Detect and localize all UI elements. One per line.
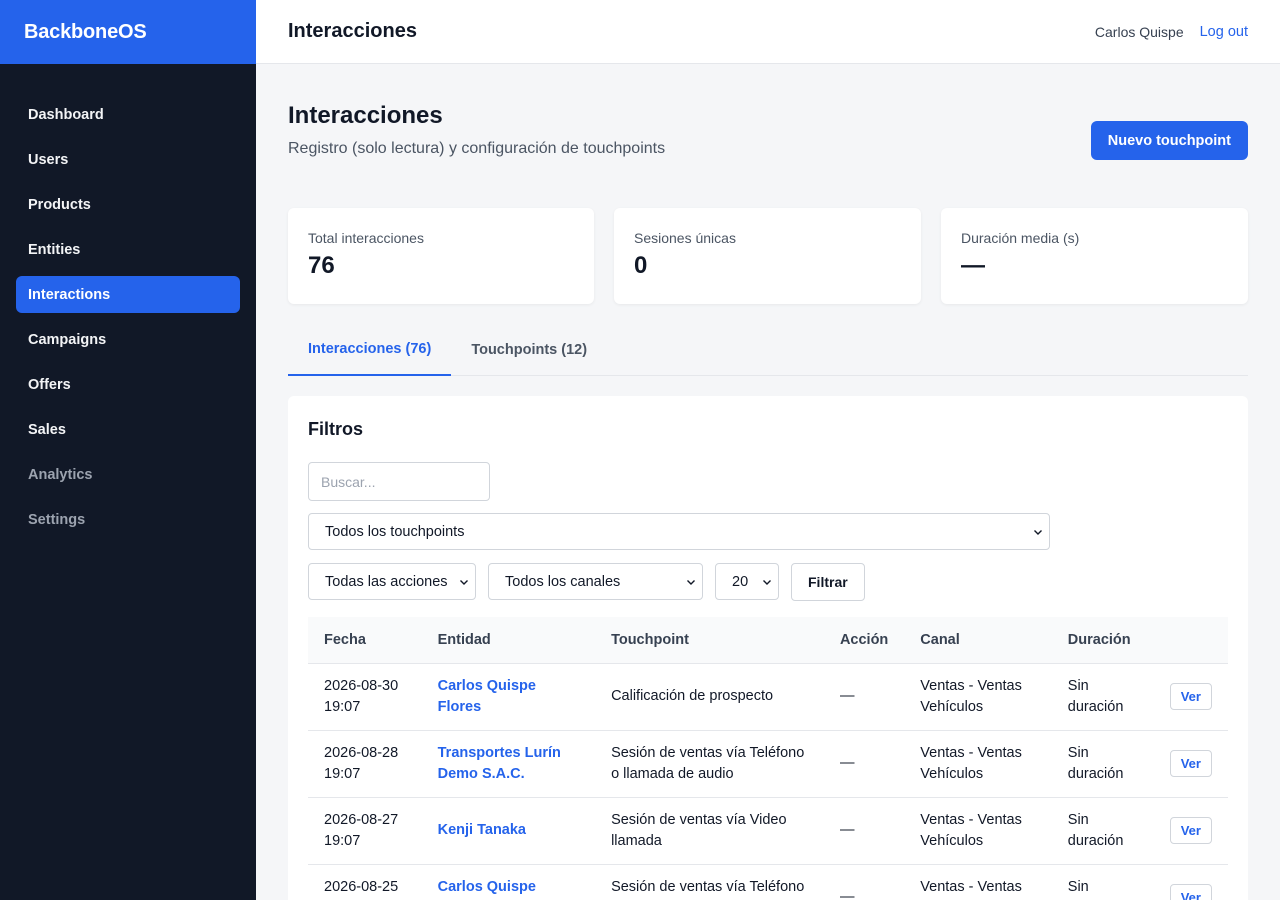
column-header: Duración (1067, 631, 1131, 648)
sidebar-item-campaigns[interactable]: Campaigns (16, 321, 240, 358)
tab-interacciones[interactable]: Interacciones (76) (288, 324, 452, 376)
table-row: 2026-08-30 19:07 Carlos Quispe Flores Ca… (308, 663, 1228, 730)
tab-bar: Interacciones (76) Touchpoints (12) (288, 324, 1248, 376)
sidebar-item-entities[interactable]: Entities (16, 231, 240, 268)
chevron-down-icon (687, 579, 695, 585)
cell-fecha: 2026-08-25 19:07 (324, 878, 399, 900)
channel-select-value: Todos los canales (505, 573, 621, 590)
stat-value: — (961, 252, 985, 279)
entity-link[interactable]: Kenji Tanaka (422, 797, 595, 864)
column-header: Fecha (324, 631, 366, 648)
cell-fecha: 2026-08-30 19:07 (324, 677, 399, 715)
cell-accion: — (839, 822, 855, 838)
page-header: Interacciones Registro (solo lectura) y … (288, 64, 1248, 208)
cell-actions: Ver (1154, 730, 1228, 797)
cell-canal: Ventas - Ventas Vehículos (920, 677, 1022, 715)
sidebar-item-products[interactable]: Products (16, 186, 240, 223)
cell-touchpoint: Sesión de ventas vía Teléfono o llamada … (611, 744, 805, 782)
column-header: Acción (839, 631, 889, 648)
cell-accion: — (839, 688, 855, 704)
stat-label: Total interacciones (308, 230, 424, 246)
logout-link[interactable]: Log out (1200, 24, 1248, 40)
search-input[interactable] (308, 462, 490, 501)
tab-touchpoints[interactable]: Touchpoints (12) (451, 324, 607, 376)
cell-canal: Ventas - Ventas Vehículos (920, 878, 1022, 900)
brand-logo[interactable]: BackboneOS (0, 0, 256, 64)
sidebar-nav: Dashboard Users Products Entities Intera… (0, 64, 256, 538)
cell-touchpoint: Calificación de prospecto (611, 688, 774, 704)
sidebar-item-dashboard[interactable]: Dashboard (16, 96, 240, 133)
cell-touchpoint: Sesión de ventas vía Teléfono o llamada … (611, 878, 805, 900)
cell-duracion: Sin duración (1067, 811, 1124, 849)
user-menu: Carlos Quispe Log out (1095, 24, 1248, 40)
sidebar: BackboneOS Dashboard Users Products Enti… (0, 0, 256, 900)
chevron-down-icon (763, 579, 771, 585)
cell-accion: — (839, 889, 855, 900)
header-title: Interacciones (288, 20, 417, 42)
cell-accion: — (839, 755, 855, 771)
sidebar-item-interactions[interactable]: Interactions (16, 276, 240, 313)
cell-fecha: 2026-08-28 19:07 (324, 744, 399, 782)
table-row: 2026-08-27 19:07 Kenji Tanaka Sesión de … (308, 797, 1228, 864)
action-select[interactable]: Todas las acciones (308, 563, 476, 600)
sidebar-item-users[interactable]: Users (16, 141, 240, 178)
filters-title: Filtros (308, 419, 364, 439)
table-row: 2026-08-28 19:07 Transportes Lurín Demo … (308, 730, 1228, 797)
chevron-down-icon (1034, 529, 1042, 535)
stat-card-total: Total interacciones 76 (288, 208, 594, 304)
cell-actions: Ver (1154, 797, 1228, 864)
sidebar-item-settings[interactable]: Settings (16, 501, 240, 538)
page-title: Interacciones (288, 102, 443, 129)
main-content: Interacciones Registro (solo lectura) y … (288, 64, 1248, 900)
action-select-value: Todas las acciones (325, 573, 448, 590)
view-button[interactable]: Ver (1169, 884, 1212, 900)
filter-button[interactable]: Filtrar (791, 563, 865, 601)
cell-duracion: Sin duración (1067, 677, 1124, 715)
sidebar-item-offers[interactable]: Offers (16, 366, 240, 403)
stats-row: Total interacciones 76 Sesiones únicas 0… (288, 208, 1248, 304)
view-button[interactable]: Ver (1169, 750, 1212, 777)
user-name: Carlos Quispe (1094, 23, 1184, 40)
top-bar: Interacciones Carlos Quispe Log out (256, 0, 1280, 64)
column-header-actions (1154, 617, 1228, 663)
column-header: Canal (920, 631, 960, 648)
chevron-down-icon (460, 579, 468, 585)
stat-card-sessions: Sesiones únicas 0 (614, 208, 921, 304)
cell-actions: Ver (1154, 864, 1228, 900)
cell-canal: Ventas - Ventas Vehículos (920, 811, 1022, 849)
entity-link[interactable]: Carlos Quispe Flores (422, 663, 595, 730)
stat-card-duration: Duración media (s) — (941, 208, 1248, 304)
cell-fecha: 2026-08-27 19:07 (324, 811, 399, 849)
table-header-row: Fecha Entidad Touchpoint Acción Canal Du… (308, 617, 1228, 663)
touchpoint-select-value: Todos los touchpoints (325, 523, 465, 540)
filters-panel: Filtros Todos los touchpoints Todas las … (288, 396, 1248, 900)
page-size-select-value: 20 (732, 573, 749, 590)
view-button[interactable]: Ver (1169, 683, 1212, 710)
stat-label: Duración media (s) (961, 230, 1080, 246)
channel-select[interactable]: Todos los canales (488, 563, 703, 600)
stat-value: 76 (308, 252, 335, 279)
interactions-table: Fecha Entidad Touchpoint Acción Canal Du… (308, 617, 1228, 900)
page-size-select[interactable]: 20 (715, 563, 779, 600)
page-subtitle: Registro (solo lectura) y configuración … (288, 140, 666, 157)
new-touchpoint-button[interactable]: Nuevo touchpoint (1090, 121, 1248, 160)
filter-row: Todas las acciones Todos los canales 20 … (308, 563, 1228, 601)
column-header: Touchpoint (611, 631, 689, 648)
cell-touchpoint: Sesión de ventas vía Video llamada (611, 811, 787, 849)
cell-actions: Ver (1154, 663, 1228, 730)
table-row: 2026-08-25 19:07 Carlos Quispe Flores Se… (308, 864, 1228, 900)
cell-duracion: Sin duración (1067, 744, 1124, 782)
touchpoint-select[interactable]: Todos los touchpoints (308, 513, 1050, 550)
stat-value: 0 (634, 252, 648, 279)
entity-link[interactable]: Transportes Lurín Demo S.A.C. (422, 730, 595, 797)
sidebar-item-sales[interactable]: Sales (16, 411, 240, 448)
cell-duracion: Sin duración (1067, 878, 1124, 900)
sidebar-item-analytics[interactable]: Analytics (16, 456, 240, 493)
view-button[interactable]: Ver (1169, 817, 1212, 844)
stat-label: Sesiones únicas (634, 230, 736, 246)
cell-canal: Ventas - Ventas Vehículos (920, 744, 1022, 782)
entity-link[interactable]: Carlos Quispe Flores (422, 864, 595, 900)
column-header: Entidad (437, 631, 491, 648)
